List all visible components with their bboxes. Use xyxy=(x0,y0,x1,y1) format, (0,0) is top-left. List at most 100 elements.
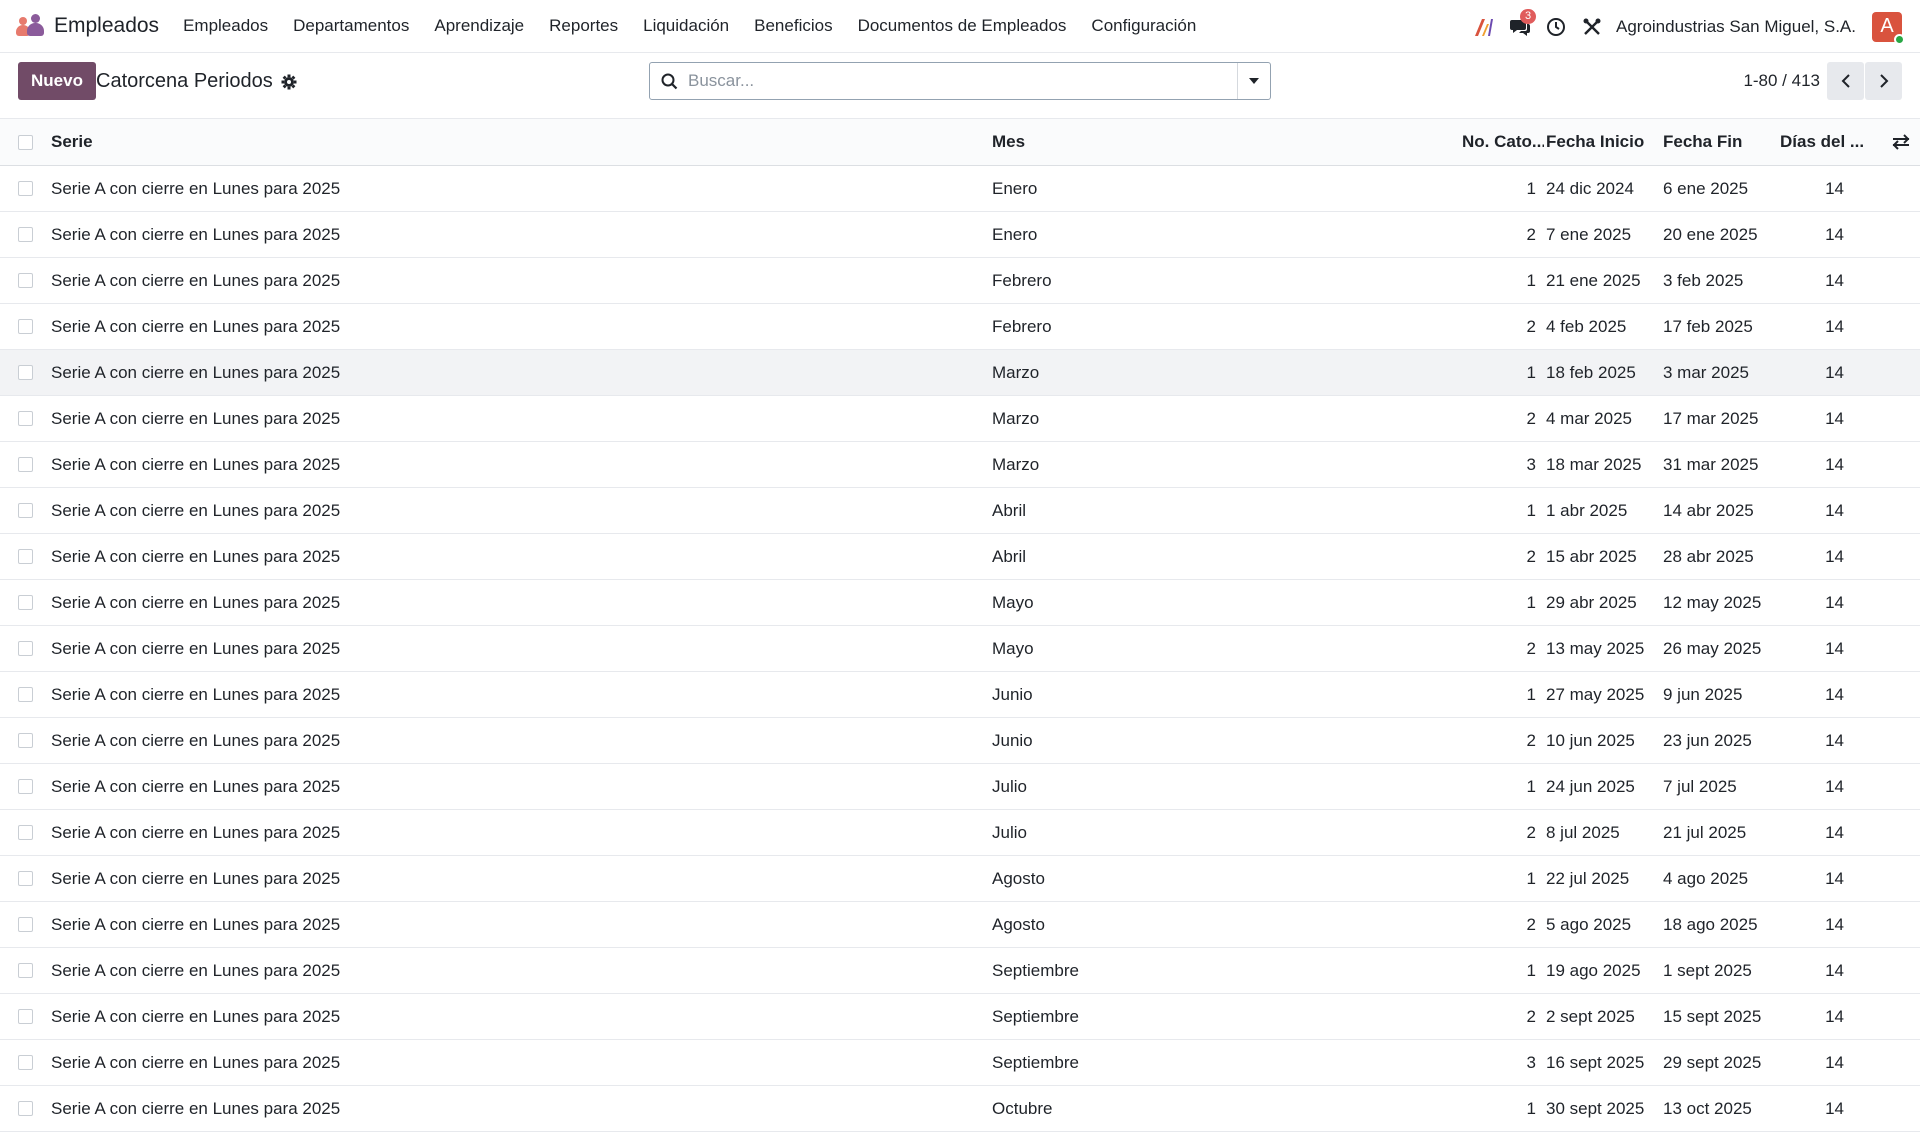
menu-item-liquidacion[interactable]: Liquidación xyxy=(643,16,729,36)
cell-fecha-inicio: 18 feb 2025 xyxy=(1546,362,1636,382)
row-select-cell xyxy=(0,1101,51,1116)
row-checkbox[interactable] xyxy=(18,1009,33,1024)
sliders-icon xyxy=(1892,134,1910,150)
cell-fecha-fin: 31 mar 2025 xyxy=(1663,454,1759,474)
search-options-toggle[interactable] xyxy=(1237,63,1270,99)
row-checkbox[interactable] xyxy=(18,963,33,978)
cell-dias: 14 xyxy=(1825,730,1844,750)
table-row[interactable]: Serie A con cierre en Lunes para 2025 Feb… xyxy=(0,304,1920,350)
table-row[interactable]: Serie A con cierre en Lunes para 2025 Abr… xyxy=(0,488,1920,534)
ai-icon[interactable] xyxy=(1472,15,1496,39)
cell-dias: 14 xyxy=(1825,592,1844,612)
row-checkbox[interactable] xyxy=(18,1055,33,1070)
table-row[interactable]: Serie A con cierre en Lunes para 2025 Sep… xyxy=(0,994,1920,1040)
row-select-cell xyxy=(0,1009,51,1024)
row-select-cell xyxy=(0,687,51,702)
table-row[interactable]: Serie A con cierre en Lunes para 2025 Jul… xyxy=(0,810,1920,856)
row-checkbox[interactable] xyxy=(18,641,33,656)
row-checkbox[interactable] xyxy=(18,779,33,794)
row-checkbox[interactable] xyxy=(18,687,33,702)
cell-fecha-inicio: 30 sept 2025 xyxy=(1546,1098,1645,1118)
cell-serie: Serie A con cierre en Lunes para 2025 xyxy=(51,362,341,382)
table-row[interactable]: Serie A con cierre en Lunes para 2025 Ago… xyxy=(0,856,1920,902)
table-row[interactable]: Serie A con cierre en Lunes para 2025 Jul… xyxy=(0,764,1920,810)
menu-item-beneficios[interactable]: Beneficios xyxy=(754,16,832,36)
pager-next-button[interactable] xyxy=(1865,62,1902,100)
row-checkbox[interactable] xyxy=(18,457,33,472)
column-header-no-catorcena[interactable]: No. Cato... xyxy=(1462,132,1544,152)
select-all-cell xyxy=(0,134,51,150)
row-checkbox[interactable] xyxy=(18,181,33,196)
new-button[interactable]: Nuevo xyxy=(18,62,96,100)
app-name[interactable]: Empleados xyxy=(54,14,159,38)
menu-item-empleados[interactable]: Empleados xyxy=(183,16,268,36)
row-checkbox[interactable] xyxy=(18,595,33,610)
messages-icon[interactable]: 3 xyxy=(1508,8,1537,39)
menu-item-reportes[interactable]: Reportes xyxy=(549,16,618,36)
cell-no-catorcena: 2 xyxy=(1526,1006,1536,1026)
cell-no-catorcena: 2 xyxy=(1526,638,1536,658)
table-row[interactable]: Serie A con cierre en Lunes para 2025 Ene… xyxy=(0,212,1920,258)
row-checkbox[interactable] xyxy=(18,825,33,840)
column-header-fecha-fin[interactable]: Fecha Fin xyxy=(1661,132,1778,152)
row-checkbox[interactable] xyxy=(18,1101,33,1116)
row-checkbox[interactable] xyxy=(18,549,33,564)
row-select-cell xyxy=(0,227,51,242)
pager-previous-button[interactable] xyxy=(1827,62,1864,100)
table-row[interactable]: Serie A con cierre en Lunes para 2025 Sep… xyxy=(0,948,1920,994)
table-row[interactable]: Serie A con cierre en Lunes para 2025 May… xyxy=(0,626,1920,672)
clock-icon[interactable] xyxy=(1544,15,1568,39)
table-row[interactable]: Serie A con cierre en Lunes para 2025 Ago… xyxy=(0,902,1920,948)
user-avatar[interactable]: A xyxy=(1872,11,1905,45)
cell-fecha-fin: 15 sept 2025 xyxy=(1663,1006,1762,1026)
row-checkbox[interactable] xyxy=(18,411,33,426)
company-switcher[interactable]: Agroindustrias San Miguel, S.A. xyxy=(1616,17,1856,37)
column-header-serie[interactable]: Serie xyxy=(51,132,992,152)
row-select-cell xyxy=(0,733,51,748)
tools-icon[interactable] xyxy=(1580,15,1604,39)
row-checkbox[interactable] xyxy=(18,365,33,380)
cell-fecha-inicio: 19 ago 2025 xyxy=(1546,960,1641,980)
table-row[interactable]: Serie A con cierre en Lunes para 2025 Mar… xyxy=(0,442,1920,488)
menu-item-aprendizaje[interactable]: Aprendizaje xyxy=(434,16,524,36)
table-row[interactable]: Serie A con cierre en Lunes para 2025 Jun… xyxy=(0,672,1920,718)
table-row[interactable]: Serie A con cierre en Lunes para 2025 May… xyxy=(0,580,1920,626)
table-row[interactable]: Serie A con cierre en Lunes para 2025 Ene… xyxy=(0,166,1920,212)
table-row[interactable]: Serie A con cierre en Lunes para 2025 Oct… xyxy=(0,1086,1920,1132)
table-row[interactable]: Serie A con cierre en Lunes para 2025 Feb… xyxy=(0,258,1920,304)
column-header-mes[interactable]: Mes xyxy=(992,132,1462,152)
row-checkbox[interactable] xyxy=(18,917,33,932)
cell-fecha-fin: 1 sept 2025 xyxy=(1663,960,1752,980)
table-row[interactable]: Serie A con cierre en Lunes para 2025 Mar… xyxy=(0,396,1920,442)
cell-mes: Febrero xyxy=(992,316,1052,336)
table-row[interactable]: Serie A con cierre en Lunes para 2025 Mar… xyxy=(0,350,1920,396)
row-checkbox[interactable] xyxy=(18,319,33,334)
menu-item-configuracion[interactable]: Configuración xyxy=(1091,16,1196,36)
row-checkbox[interactable] xyxy=(18,871,33,886)
cell-fecha-inicio: 2 sept 2025 xyxy=(1546,1006,1635,1026)
employees-app-icon[interactable] xyxy=(14,14,46,38)
menu-item-documentos[interactable]: Documentos de Empleados xyxy=(858,16,1067,36)
table-row[interactable]: Serie A con cierre en Lunes para 2025 Abr… xyxy=(0,534,1920,580)
row-checkbox[interactable] xyxy=(18,273,33,288)
table-row[interactable]: Serie A con cierre en Lunes para 2025 Sep… xyxy=(0,1040,1920,1086)
pager-value[interactable]: 1-80 / 413 xyxy=(1743,71,1820,91)
select-all-checkbox[interactable] xyxy=(18,134,33,150)
cell-fecha-inicio: 10 jun 2025 xyxy=(1546,730,1635,750)
row-checkbox[interactable] xyxy=(18,733,33,748)
column-header-fecha-inicio[interactable]: Fecha Inicio xyxy=(1544,132,1661,152)
search-input[interactable] xyxy=(688,64,1237,98)
table-row[interactable]: Serie A con cierre en Lunes para 2025 Jun… xyxy=(0,718,1920,764)
navbar-systray: 3 Agroindustrias San Miguel, S.A. A xyxy=(1460,0,1905,53)
optional-columns-toggle[interactable] xyxy=(1882,134,1920,150)
cell-dias: 14 xyxy=(1825,1052,1844,1072)
cell-dias: 14 xyxy=(1825,408,1844,428)
cell-no-catorcena: 2 xyxy=(1526,224,1536,244)
chevron-right-icon xyxy=(1879,74,1888,88)
menu-item-departamentos[interactable]: Departamentos xyxy=(293,16,409,36)
row-checkbox[interactable] xyxy=(18,503,33,518)
row-checkbox[interactable] xyxy=(18,227,33,242)
cell-fecha-inicio: 24 dic 2024 xyxy=(1546,178,1634,198)
column-header-dias[interactable]: Días del ... xyxy=(1778,132,1882,152)
gear-icon[interactable] xyxy=(281,74,297,90)
